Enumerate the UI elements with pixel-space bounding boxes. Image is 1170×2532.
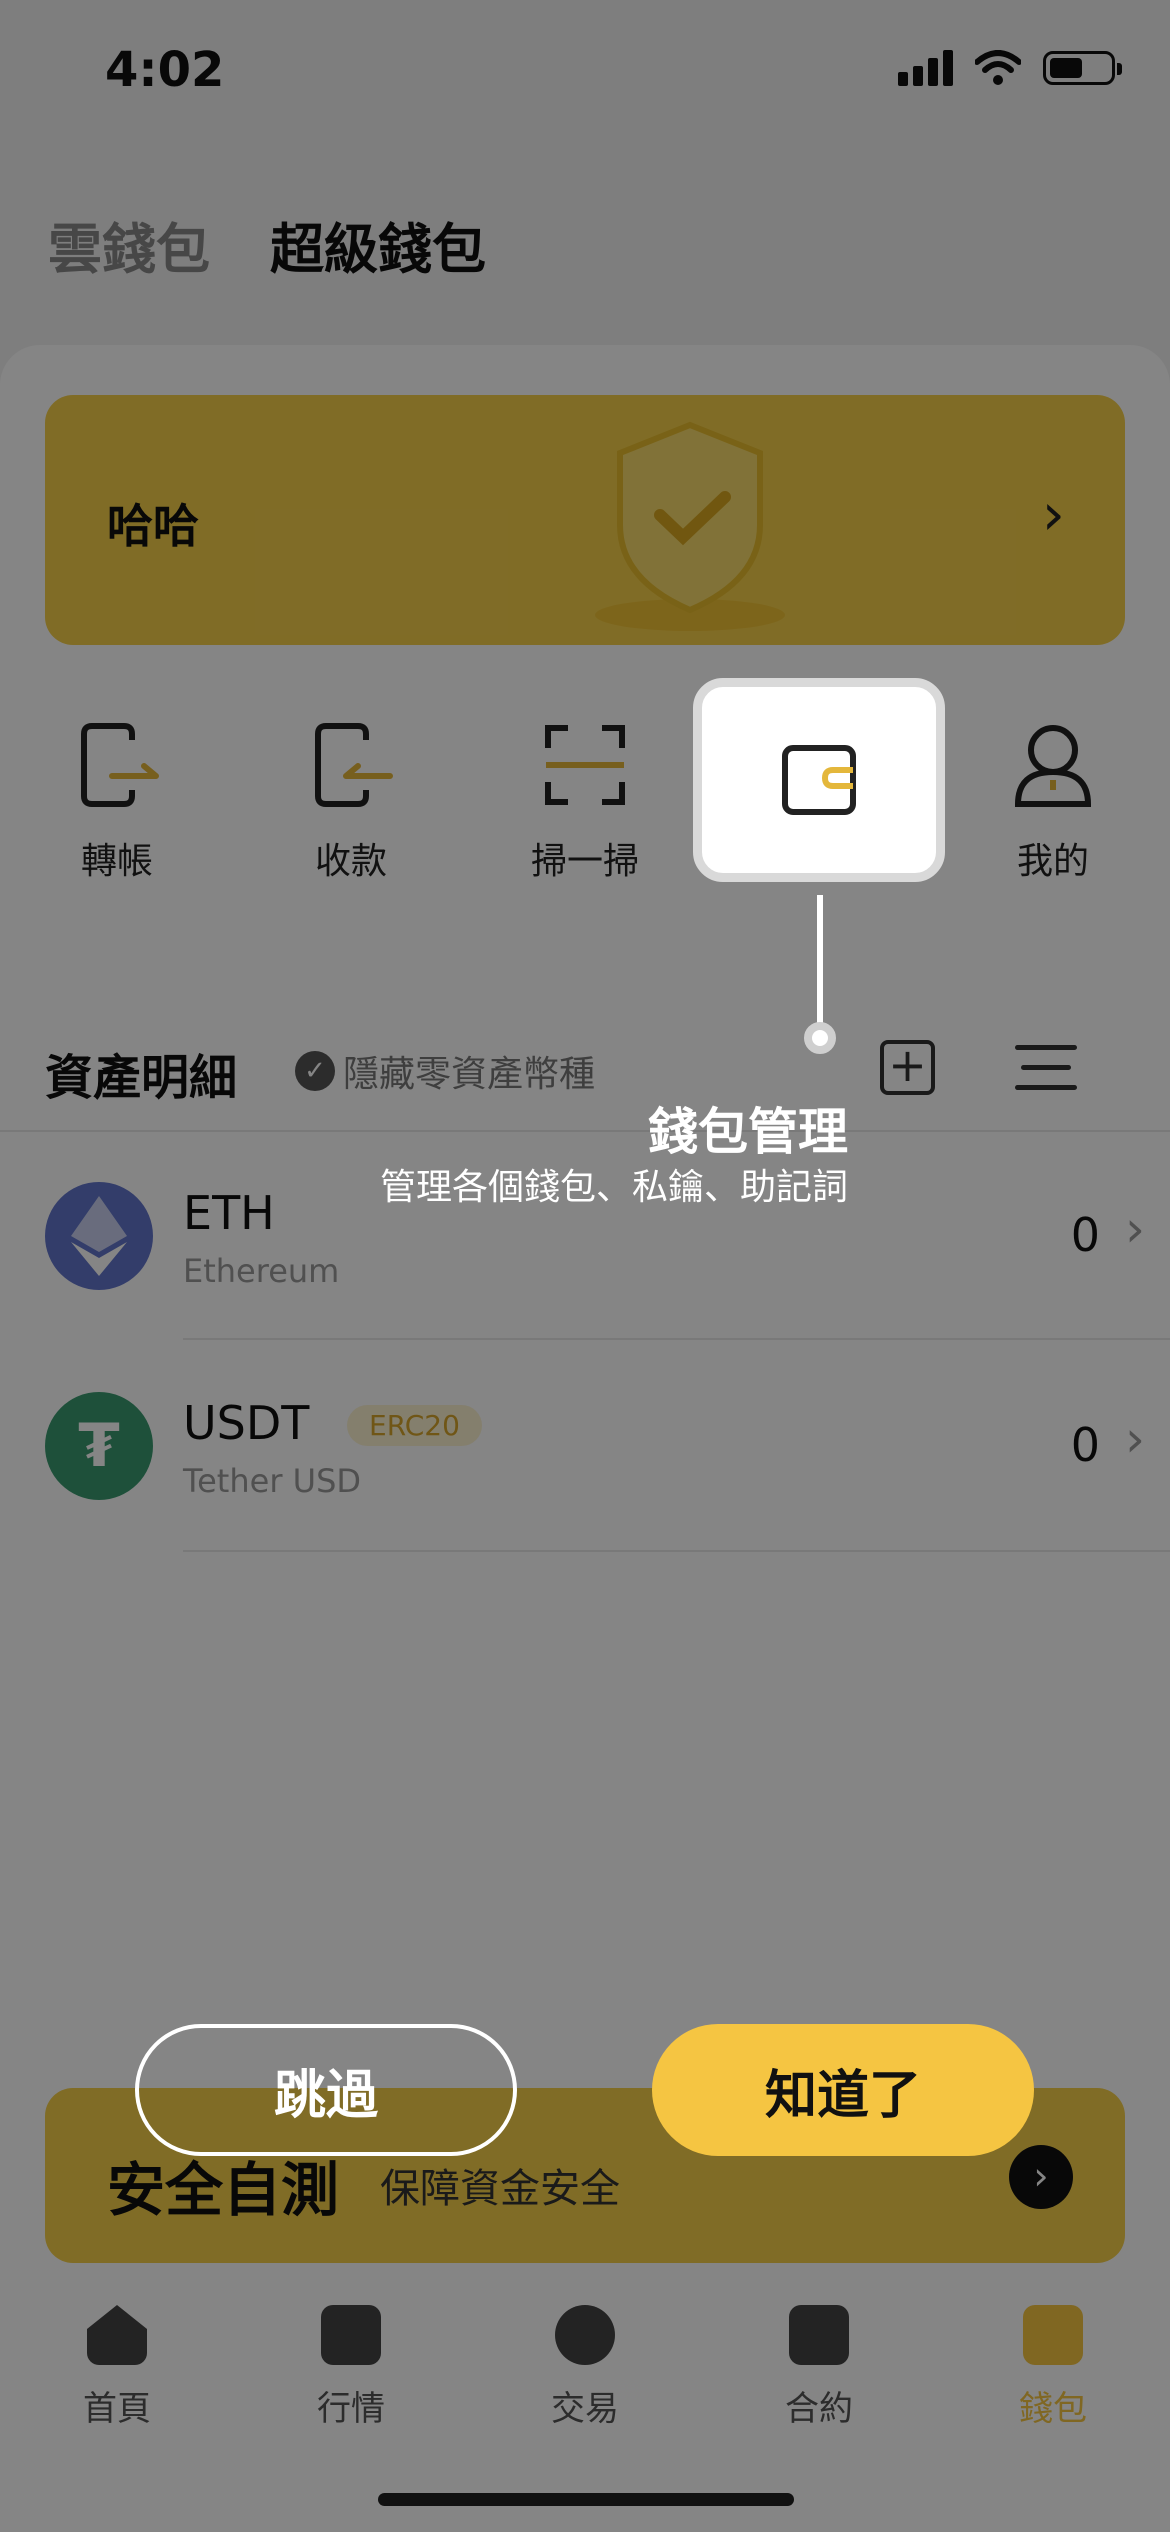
skip-button[interactable]: 跳過	[135, 2024, 517, 2156]
wallet-manage-spotlight[interactable]	[693, 678, 945, 882]
guide-overlay	[0, 0, 1170, 2532]
got-it-button[interactable]: 知道了	[652, 2024, 1034, 2156]
tooltip-anchor	[804, 1022, 836, 1054]
home-indicator	[378, 2493, 794, 2506]
tooltip-connector	[817, 895, 823, 1035]
guide-subtitle: 管理各個錢包、私鑰、助記詞	[379, 1167, 848, 1208]
guide-title: 錢包管理	[648, 1103, 848, 1161]
wallet-manage-icon	[782, 745, 856, 815]
